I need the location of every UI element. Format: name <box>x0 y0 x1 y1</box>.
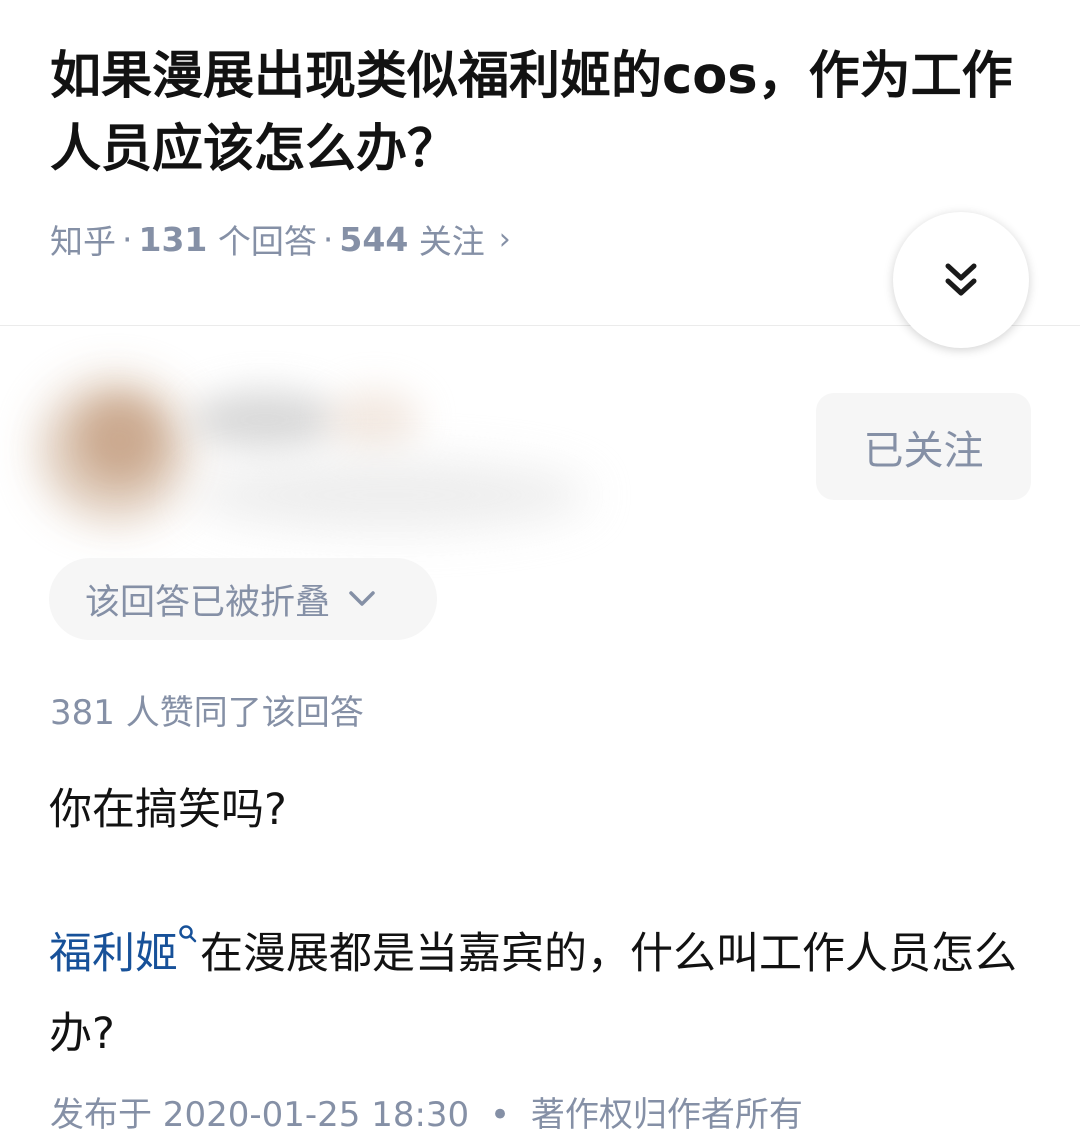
chevron-right-icon: › <box>498 221 511 257</box>
answer-text: 在漫展都是当嘉宾的，什么叫工作人员怎么办? <box>49 929 1017 1059</box>
follower-count-label: 关注 <box>418 222 485 261</box>
answer-count-label: 个回答 <box>217 222 317 261</box>
folded-answer-label: 该回答已被折叠 <box>85 582 331 623</box>
chevron-down-icon <box>349 591 375 606</box>
upvote-count: 381 人赞同了该回答 <box>50 693 364 733</box>
author-avatar <box>40 380 190 520</box>
question-meta[interactable]: 知乎 · 131 个回答 · 544 关注 › <box>50 214 511 264</box>
search-icon[interactable] <box>178 924 198 944</box>
follower-count: 544 <box>339 219 409 259</box>
double-chevron-down-icon <box>945 263 977 296</box>
follow-button[interactable]: 已关注 <box>816 393 1031 500</box>
publish-time: 发布于 2020-01-25 18:30 <box>50 1095 470 1135</box>
author-bio-blurred <box>190 460 590 530</box>
meta-separator: • <box>490 1095 511 1135</box>
publish-info: 发布于 2020-01-25 18:30 • 著作权归作者所有 <box>50 1087 803 1136</box>
author-name-blurred <box>190 390 340 450</box>
meta-separator: · <box>122 219 133 259</box>
answer-paragraph: 福利姬 在漫展都是当嘉宾的，什么叫工作人员怎么办? <box>49 914 1039 1074</box>
term-link[interactable]: 福利姬 <box>49 929 178 979</box>
answer-content: 你在搞笑吗? 福利姬 在漫展都是当嘉宾的，什么叫工作人员怎么办? <box>49 770 1039 1074</box>
copyright-notice: 著作权归作者所有 <box>530 1095 803 1135</box>
answer-count: 131 <box>138 219 208 259</box>
question-title[interactable]: 如果漫展出现类似福利姬的cos，作为工作人员应该怎么办？ <box>50 40 1030 186</box>
answer-paragraph: 你在搞笑吗? <box>49 785 287 835</box>
folded-answer-toggle[interactable]: 该回答已被折叠 <box>49 558 437 640</box>
avatar-blur-detail <box>80 400 160 480</box>
author-info-blurred[interactable] <box>20 360 620 540</box>
meta-separator: · <box>322 219 334 259</box>
source-label: 知乎 <box>50 222 116 261</box>
expand-question-button[interactable] <box>893 212 1029 348</box>
author-badge-blurred <box>330 390 420 450</box>
